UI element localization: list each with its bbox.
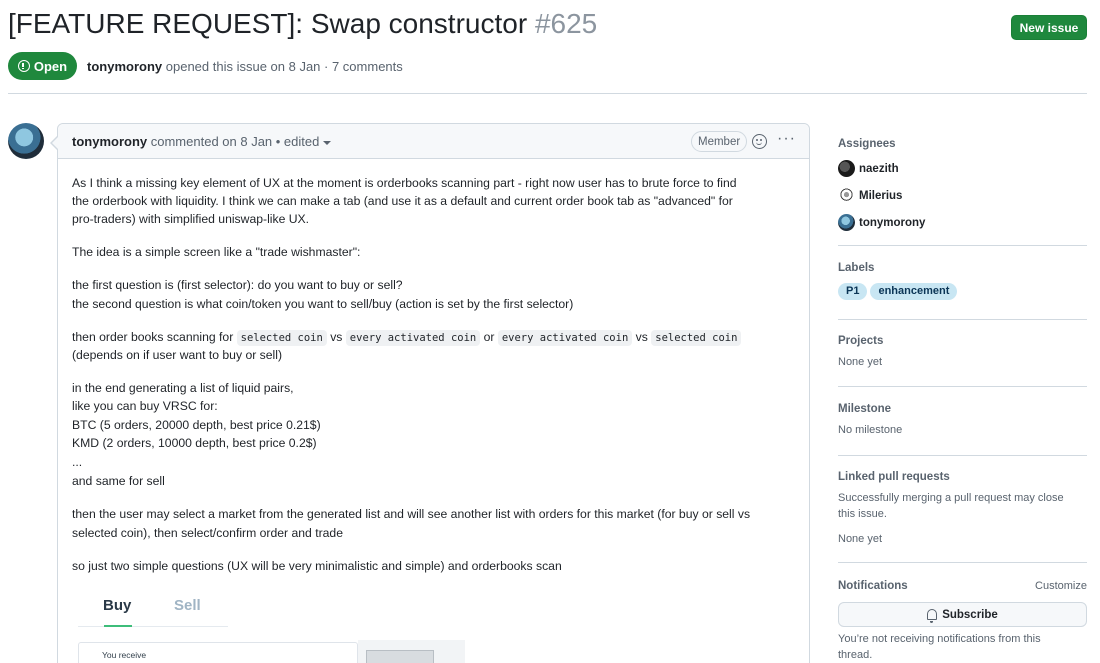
comment-line: The idea is a simple screen like a "trad… bbox=[72, 245, 361, 259]
comment-meta-text[interactable]: commented on 8 Jan • edited bbox=[151, 134, 320, 149]
comment-box: tonymorony commented on 8 Jan • edited M… bbox=[50, 123, 810, 663]
mockup-side-block bbox=[366, 650, 434, 663]
new-issue-button[interactable]: New issue bbox=[1011, 15, 1087, 40]
assignee-item[interactable]: Milerius bbox=[838, 187, 902, 204]
milestone-value: No milestone bbox=[838, 424, 903, 436]
labels-list: P1 enhancement bbox=[838, 281, 1087, 300]
comment-line: the first question is (first selector): … bbox=[72, 278, 403, 292]
header-divider bbox=[8, 93, 1087, 94]
mockup-image: Buy Sell You receive bbox=[78, 584, 478, 663]
avatar[interactable] bbox=[8, 123, 44, 159]
smiley-icon[interactable] bbox=[752, 134, 767, 149]
comment-line: then the user may select a market from t… bbox=[72, 507, 751, 521]
labels-section: Labels P1 enhancement bbox=[838, 262, 1087, 300]
status-badge: Open bbox=[8, 52, 77, 80]
kebab-icon[interactable]: ··· bbox=[777, 130, 796, 148]
comment-header: tonymorony commented on 8 Jan • edited M… bbox=[58, 124, 809, 159]
comment-line: BTC (5 orders, 20000 depth, best price 0… bbox=[72, 418, 321, 432]
comment-line: pro-traders) with simplified uniswap-lik… bbox=[72, 212, 310, 226]
mockup-receive-label: You receive bbox=[102, 650, 147, 660]
text-fragment: vs bbox=[326, 330, 346, 344]
mockup-tab-divider bbox=[78, 626, 228, 627]
comment-line: so just two simple questions (UX will be… bbox=[72, 559, 562, 573]
label-pill[interactable]: P1 bbox=[838, 283, 868, 300]
assignee-name: Milerius bbox=[859, 189, 903, 202]
comment-line: like you can buy VRSC for: bbox=[72, 399, 218, 413]
issue-number: #625 bbox=[534, 8, 598, 39]
comment-line: the second question is what coin/token y… bbox=[72, 297, 574, 311]
subscribe-label: Subscribe bbox=[942, 608, 998, 621]
comment-line: the orderbook with liquidity. I think we… bbox=[72, 194, 733, 208]
mockup-tab-sell: Sell bbox=[174, 597, 201, 614]
sidebar-divider bbox=[838, 455, 1087, 456]
linked-prs-value: None yet bbox=[838, 533, 883, 545]
notifications-note-line: thread. bbox=[838, 649, 873, 661]
linked-prs-section: Linked pull requests Successfully mergin… bbox=[838, 471, 1087, 547]
labels-heading[interactable]: Labels bbox=[838, 262, 1087, 274]
comment-line: in the end generating a list of liquid p… bbox=[72, 381, 294, 395]
projects-heading[interactable]: Projects bbox=[838, 335, 1087, 347]
mockup-tab-buy: Buy bbox=[103, 597, 132, 614]
issue-meta: tonymorony opened this issue on 8 Jan · … bbox=[87, 59, 403, 74]
avatar bbox=[838, 187, 855, 204]
avatar bbox=[838, 160, 855, 177]
assignees-section: Assignees bbox=[838, 138, 1087, 150]
inline-code: every activated coin bbox=[497, 330, 633, 346]
issue-title: [FEATURE REQUEST]: Swap constructor #625 bbox=[8, 8, 597, 40]
assignee-name: tonymorony bbox=[859, 216, 926, 229]
linked-prs-heading[interactable]: Linked pull requests bbox=[838, 471, 1087, 483]
subscribe-button[interactable]: Subscribe bbox=[838, 602, 1087, 627]
milestone-section: Milestone No milestone bbox=[838, 403, 1087, 438]
sidebar-divider bbox=[838, 245, 1087, 246]
linked-prs-description: Successfully merging a pull request may … bbox=[838, 492, 1064, 504]
bell-icon bbox=[927, 609, 938, 623]
assignee-name: naezith bbox=[859, 162, 899, 175]
sidebar-divider bbox=[838, 319, 1087, 320]
comment-author-link[interactable]: tonymorony bbox=[72, 134, 147, 149]
customize-link[interactable]: Customize bbox=[1035, 580, 1087, 592]
comment-line: then order books scanning for selected c… bbox=[72, 328, 742, 348]
member-badge: Member bbox=[691, 131, 748, 152]
comment-meta: tonymorony commented on 8 Jan • edited bbox=[72, 134, 332, 149]
comment-line: and same for sell bbox=[72, 474, 165, 488]
comment-line: As I think a missing key element of UX a… bbox=[72, 176, 737, 190]
avatar bbox=[838, 214, 855, 231]
inline-code: selected coin bbox=[236, 330, 327, 346]
assignee-item[interactable]: naezith bbox=[838, 160, 899, 177]
issue-title-text: [FEATURE REQUEST]: Swap constructor bbox=[8, 8, 528, 39]
notifications-note-line: You’re not receiving notifications from … bbox=[838, 633, 1041, 645]
linked-prs-description: this issue. bbox=[838, 508, 887, 520]
mockup-tab-underline bbox=[104, 625, 132, 627]
sidebar-divider bbox=[838, 562, 1087, 563]
comment-line: (depends on if user want to buy or sell) bbox=[72, 348, 283, 362]
assignees-heading[interactable]: Assignees bbox=[838, 138, 1087, 150]
text-fragment: vs bbox=[632, 330, 652, 344]
issue-meta-text: opened this issue on 8 Jan · 7 comments bbox=[165, 59, 403, 74]
comment-line: ... bbox=[72, 455, 83, 469]
text-fragment: or bbox=[480, 330, 498, 344]
projects-value: None yet bbox=[838, 356, 883, 368]
issue-author-link[interactable]: tonymorony bbox=[87, 59, 162, 74]
inline-code: every activated coin bbox=[345, 330, 481, 346]
milestone-heading[interactable]: Milestone bbox=[838, 403, 1087, 415]
comment-line: KMD (2 orders, 10000 depth, best price 0… bbox=[72, 436, 317, 450]
assignee-item[interactable]: tonymorony bbox=[838, 214, 925, 231]
status-label: Open bbox=[33, 58, 68, 74]
inline-code: selected coin bbox=[651, 330, 742, 346]
text-fragment: then order books scanning for bbox=[72, 330, 237, 344]
projects-section: Projects None yet bbox=[838, 335, 1087, 370]
issue-open-icon bbox=[17, 60, 30, 72]
sidebar-divider bbox=[838, 386, 1087, 387]
caret-down-icon[interactable] bbox=[323, 140, 332, 145]
notifications-section: Notifications Customize bbox=[838, 580, 1087, 598]
label-pill[interactable]: enhancement bbox=[870, 283, 958, 300]
notifications-note: You’re not receiving notifications from … bbox=[838, 631, 1087, 663]
comment-line: selected coin), then select/confirm orde… bbox=[72, 526, 343, 540]
